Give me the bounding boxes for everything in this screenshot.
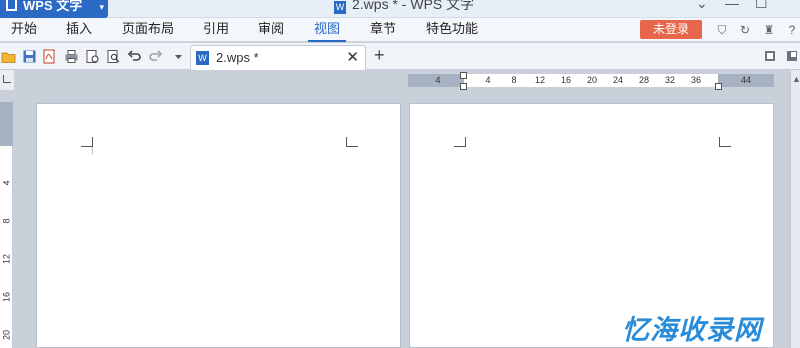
open-icon[interactable] bbox=[1, 49, 16, 64]
export-pdf-icon[interactable] bbox=[42, 49, 57, 64]
ruler-label: 4 bbox=[485, 75, 491, 85]
document-page-1[interactable]: ▏ bbox=[36, 103, 401, 348]
watermark-logo: 忆海收录网 bbox=[622, 315, 762, 346]
text-cursor: ▏ bbox=[92, 149, 97, 155]
ruler-label: 36 bbox=[690, 75, 702, 85]
margin-corner-mark bbox=[719, 137, 731, 147]
tab-stop-icon bbox=[3, 75, 11, 83]
ruler-label: 12 bbox=[534, 75, 546, 85]
tab-chapter[interactable]: 章节 bbox=[370, 18, 396, 42]
quick-access-toolbar: W 2.wps * ✕ + bbox=[0, 43, 800, 70]
tab-special-features[interactable]: 特色功能 bbox=[426, 18, 478, 42]
left-indent-marker[interactable] bbox=[460, 83, 467, 90]
ruler-label: 32 bbox=[664, 75, 676, 85]
margin-corner-mark bbox=[454, 137, 466, 147]
ruler-label: 12 bbox=[1, 254, 12, 265]
ruler-label: 16 bbox=[560, 75, 572, 85]
tab-references[interactable]: 引用 bbox=[203, 18, 229, 42]
tab-review[interactable]: 审阅 bbox=[258, 18, 284, 42]
margin-corner-mark bbox=[346, 137, 358, 147]
new-tab-button[interactable]: + bbox=[374, 45, 385, 66]
ruler-label: 20 bbox=[586, 75, 598, 85]
print-preview-icon[interactable] bbox=[85, 49, 100, 64]
wps-document-icon: W bbox=[196, 51, 209, 65]
ribbon-tabs: 开始 插入 页面布局 引用 审阅 视图 章节 特色功能 未登录 ⛉ ↻ ♜ ? bbox=[0, 18, 800, 42]
close-icon[interactable]: ✕ bbox=[346, 48, 359, 66]
tab-page-layout[interactable]: 页面布局 bbox=[122, 18, 174, 42]
ruler-corner[interactable] bbox=[0, 70, 14, 90]
window-restore-icon[interactable] bbox=[786, 50, 798, 62]
undo-icon[interactable] bbox=[127, 49, 142, 64]
save-icon[interactable] bbox=[22, 49, 37, 64]
ruler-label: 16 bbox=[1, 292, 12, 303]
skin-icon[interactable]: ⛉ bbox=[715, 23, 729, 37]
first-line-indent-marker[interactable] bbox=[460, 72, 467, 79]
print-icon[interactable] bbox=[64, 49, 79, 64]
tab-home[interactable]: 开始 bbox=[11, 18, 37, 42]
window-title-text: 2.wps * - WPS 文字 bbox=[352, 0, 475, 12]
ruler-label: 4 bbox=[1, 180, 12, 186]
margin-corner-mark bbox=[81, 137, 93, 147]
ruler-label: 20 bbox=[1, 330, 12, 341]
tab-view[interactable]: 视图 bbox=[307, 18, 347, 42]
app-name: WPS 文字 bbox=[23, 0, 83, 13]
help-icon[interactable]: ? bbox=[785, 23, 799, 37]
right-indent-marker[interactable] bbox=[715, 83, 722, 90]
ruler-label: 44 bbox=[740, 75, 752, 85]
tab-insert[interactable]: 插入 bbox=[66, 18, 92, 42]
collapse-ribbon-icon[interactable]: ⌄ bbox=[696, 0, 708, 11]
find-icon[interactable] bbox=[106, 49, 121, 64]
redo-icon[interactable] bbox=[148, 49, 163, 64]
ruler-margin-area bbox=[0, 102, 13, 146]
vertical-ruler[interactable]: 4 8 12 16 20 bbox=[0, 102, 13, 348]
wps-document-icon: W bbox=[334, 1, 346, 14]
document-tab[interactable]: W 2.wps * ✕ bbox=[190, 45, 366, 70]
title-bar: WPS 文字 ▾ W 2.wps * - WPS 文字 ⌄ — ☐ bbox=[0, 0, 800, 18]
ruler-label: 4 bbox=[435, 75, 441, 85]
maximize-button[interactable]: ☐ bbox=[755, 0, 768, 11]
ruler-label: 8 bbox=[511, 75, 517, 85]
chevron-down-icon[interactable]: ▾ bbox=[99, 0, 104, 17]
sync-icon[interactable]: ↻ bbox=[738, 23, 752, 37]
vertical-scrollbar[interactable]: ▲ bbox=[790, 70, 800, 348]
wps-logo-icon bbox=[6, 0, 17, 11]
login-button[interactable]: 未登录 bbox=[640, 20, 702, 39]
scroll-up-icon[interactable]: ▲ bbox=[792, 74, 800, 84]
ruler-label: 28 bbox=[638, 75, 650, 85]
horizontal-ruler[interactable]: 4 4 8 12 16 20 24 28 32 36 44 bbox=[408, 72, 774, 90]
app-menu-button[interactable]: WPS 文字 ▾ bbox=[0, 0, 108, 18]
ruler-label: 8 bbox=[1, 218, 12, 224]
ruler-label: 24 bbox=[612, 75, 624, 85]
document-tab-label: 2.wps * bbox=[216, 50, 259, 65]
shirt-icon[interactable]: ♜ bbox=[762, 23, 776, 37]
minimize-button[interactable]: — bbox=[725, 0, 739, 11]
more-icon[interactable] bbox=[171, 49, 186, 64]
tab-list-icon[interactable] bbox=[764, 50, 776, 62]
window-title: W 2.wps * - WPS 文字 bbox=[334, 0, 475, 14]
